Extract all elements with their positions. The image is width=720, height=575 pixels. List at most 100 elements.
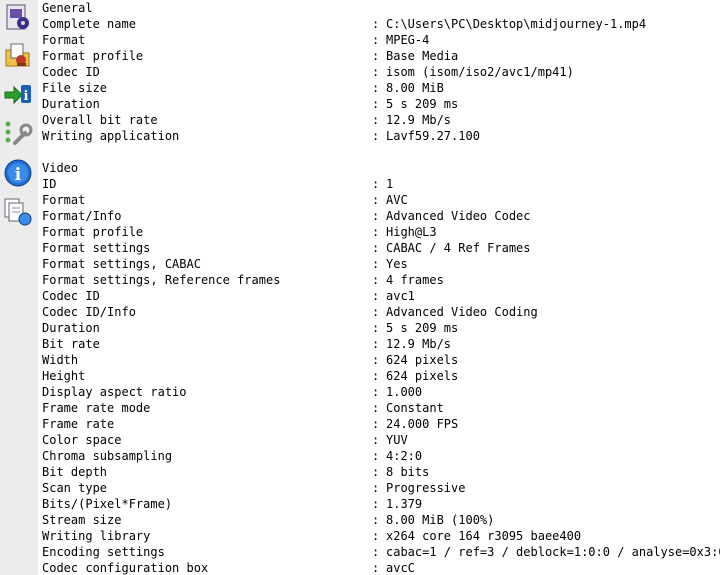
field-value: C:\Users\PC\Desktop\midjourney-1.mp4 [386, 17, 647, 31]
field-value: 12.9 Mb/s [386, 113, 452, 127]
field-label: Color space [42, 433, 122, 447]
field-separator: : [372, 289, 380, 303]
field-value: 4:2:0 [386, 449, 423, 463]
field-label: Format [42, 193, 86, 207]
field-row: Duration:5 s 209 ms [38, 320, 720, 336]
field-label: Complete name [42, 17, 136, 31]
field-row: Codec configuration box: avcC [38, 560, 720, 575]
field-row: Width:624 pixels [38, 352, 720, 368]
field-label: File size [42, 81, 108, 95]
field-separator: : [372, 513, 380, 527]
field-label: Writing application [42, 129, 180, 143]
field-value: 5 s 209 ms [386, 97, 459, 111]
field-row: Format: MPEG-4 [38, 32, 720, 48]
field-separator: : [372, 561, 380, 575]
section-spacer [38, 144, 720, 160]
field-separator: : [372, 225, 380, 239]
field-separator: : [372, 337, 380, 351]
field-row: Format: AVC [38, 192, 720, 208]
field-row: Encoding settings: cabac=1 / ref=3 / debl… [38, 544, 720, 560]
field-label: Codec configuration box [42, 561, 209, 575]
field-label: ID [42, 177, 57, 191]
field-label: Frame rate [42, 417, 115, 431]
field-value: 1.379 [386, 497, 423, 511]
field-value: Advanced Video Coding [386, 305, 538, 319]
field-separator: : [372, 321, 380, 335]
field-label: Codec ID/Info [42, 305, 136, 319]
field-separator: : [372, 481, 380, 495]
field-value: 8 bits [386, 465, 430, 479]
field-row: Scan type: Progressive [38, 480, 720, 496]
field-row: Format settings, CABAC: Yes [38, 256, 720, 272]
field-row: ID:1 [38, 176, 720, 192]
field-value: 624 pixels [386, 353, 459, 367]
field-separator: : [372, 17, 380, 31]
field-value: 1 [386, 177, 394, 191]
field-row: Bits/(Pixel*Frame):1.379 [38, 496, 720, 512]
field-separator: : [372, 129, 380, 143]
field-label: Format profile [42, 225, 144, 239]
field-separator: : [372, 401, 380, 415]
field-row: Format profile: High@L3 [38, 224, 720, 240]
field-value: cabac=1 / ref=3 / deblock=1:0:0 / analys… [386, 545, 720, 559]
field-row: Format/Info: Advanced Video Codec [38, 208, 720, 224]
field-separator: : [372, 305, 380, 319]
open-folder-icon[interactable] [2, 40, 34, 72]
field-value: 4 frames [386, 273, 444, 287]
field-separator: : [372, 385, 380, 399]
field-separator: : [372, 257, 380, 271]
field-label: Height [42, 369, 86, 383]
field-label: Frame rate mode [42, 401, 151, 415]
field-value: x264 core 164 r3095 baee400 [386, 529, 582, 543]
field-row: Color space: YUV [38, 432, 720, 448]
field-row: Format profile: Base Media [38, 48, 720, 64]
field-separator: : [372, 273, 380, 287]
field-separator: : [372, 177, 380, 191]
field-separator: : [372, 241, 380, 255]
field-label: Bits/(Pixel*Frame) [42, 497, 173, 511]
field-separator: : [372, 49, 380, 63]
field-value: Advanced Video Codec [386, 209, 531, 223]
field-row: Format settings, Reference frames:4 fram… [38, 272, 720, 288]
field-label: Format/Info [42, 209, 122, 223]
field-separator: : [372, 97, 380, 111]
field-row: Display aspect ratio:1.000 [38, 384, 720, 400]
field-value: avc1 [386, 289, 415, 303]
media-info-report: General Complete name: C:\Users\PC\Deskto… [38, 0, 720, 575]
svg-text:i: i [24, 89, 29, 104]
field-separator: : [372, 433, 380, 447]
field-label: Encoding settings [42, 545, 165, 559]
field-separator: : [372, 417, 380, 431]
field-value: isom (isom/iso2/avc1/mp41) [386, 65, 574, 79]
field-label: Bit depth [42, 465, 108, 479]
media-file-icon[interactable] [2, 2, 34, 34]
field-label: Duration [42, 321, 100, 335]
field-value: AVC [386, 193, 408, 207]
field-separator: : [372, 33, 380, 47]
field-separator: : [372, 465, 380, 479]
sheet-view-icon[interactable] [2, 196, 34, 228]
field-row: Overall bit rate:12.9 Mb/s [38, 112, 720, 128]
field-separator: : [372, 81, 380, 95]
field-row: Complete name: C:\Users\PC\Desktop\midjou… [38, 16, 720, 32]
about-info-icon[interactable]: i [2, 157, 34, 189]
field-label: Codec ID [42, 65, 100, 79]
field-row: Bit depth:8 bits [38, 464, 720, 480]
field-row: Frame rate mode: Constant [38, 400, 720, 416]
field-value: High@L3 [386, 225, 437, 239]
field-label: Format settings, CABAC [42, 257, 201, 271]
field-value: Progressive [386, 481, 466, 495]
field-separator: : [372, 65, 380, 79]
field-label: Format settings [42, 241, 151, 255]
field-label: Format settings, Reference frames [42, 273, 281, 287]
field-label: Writing library [42, 529, 151, 543]
settings-wrench-icon[interactable] [2, 118, 34, 150]
field-separator: : [372, 545, 380, 559]
svg-text:i: i [15, 165, 22, 185]
field-separator: : [372, 353, 380, 367]
field-row: Stream size:8.00 MiB (100%) [38, 512, 720, 528]
field-value: 12.9 Mb/s [386, 337, 452, 351]
field-label: Format profile [42, 49, 144, 63]
export-info-icon[interactable]: i [2, 78, 34, 110]
field-value: avcC [386, 561, 415, 575]
